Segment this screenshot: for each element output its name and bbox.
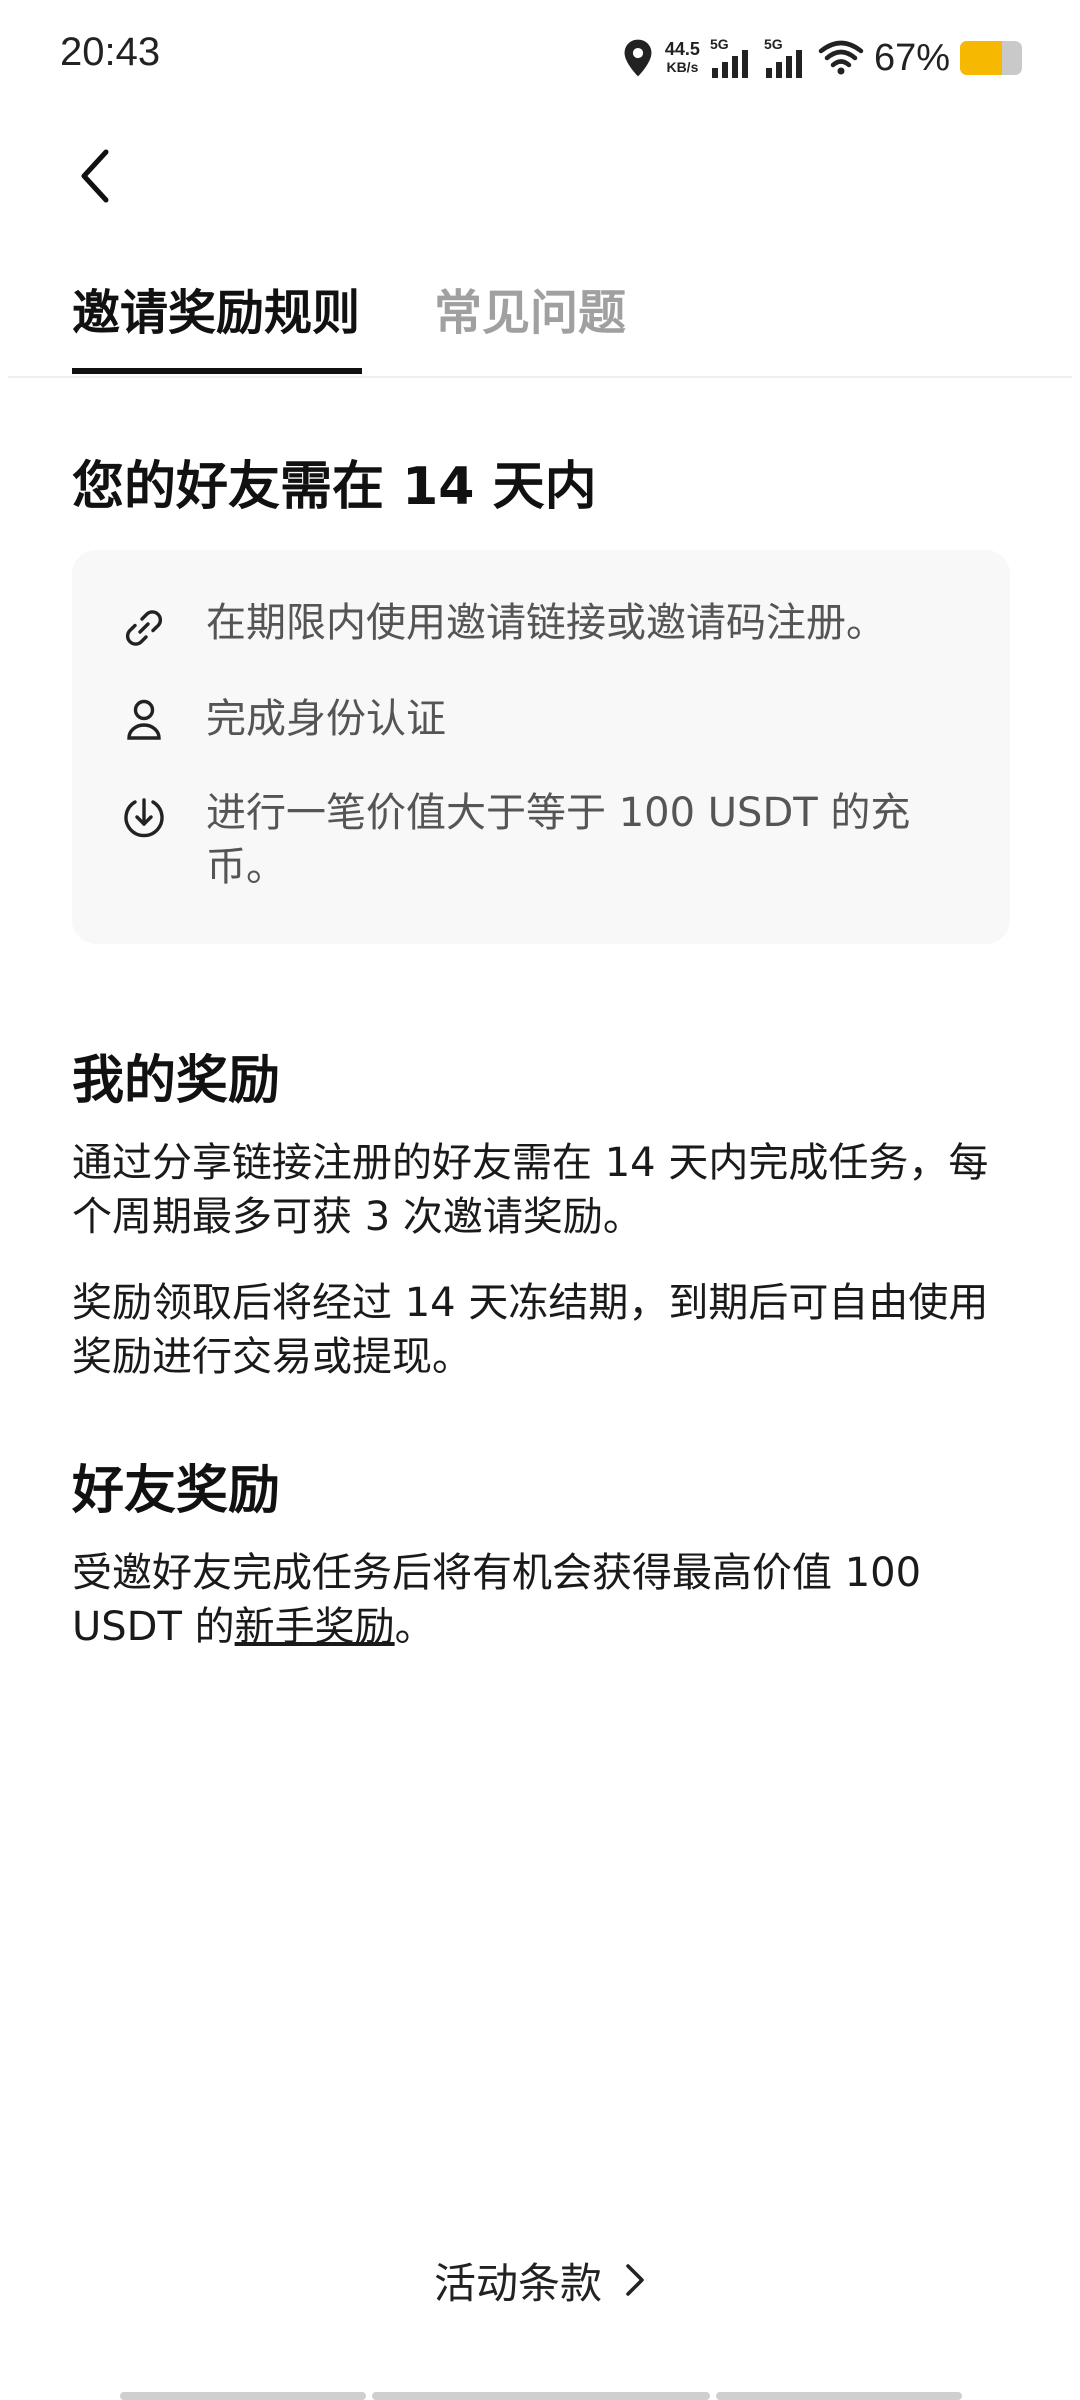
requirement-text: 完成身份认证 [206,696,446,742]
tab-faq[interactable]: 常见问题 [434,270,626,378]
requirements-card: 在期限内使用邀请链接或邀请码注册。 完成身份认证 进行一笔价值大于等于 100 … [72,550,1010,944]
link-icon [125,610,163,646]
status-icons: 44.5 KB/s 5G 5G 67% [621,30,1022,86]
my-rewards-title: 我的奖励 [72,1051,281,1111]
activity-terms-label: 活动条款 [433,2258,602,2308]
chevron-right-icon [626,2264,644,2296]
status-time: 20:43 [60,30,161,74]
bottom-bar-segment [716,2392,962,2400]
tab-invite-rules[interactable]: 邀请奖励规则 [72,270,360,378]
page: 20:43 44.5 KB/s 5G 5G 67% 邀请奖励规则 常见问题 您的… [0,0,1080,2400]
network-speed-value: 44.5 [664,39,700,59]
location-icon [624,39,652,77]
activity-terms-link[interactable]: 活动条款 [0,2240,1080,2320]
bottom-bar-segment [120,2392,366,2400]
requirements-title: 您的好友需在 14 天内 [72,457,597,517]
deposit-icon [124,798,164,838]
requirement-text: 进行一笔价值大于等于 100 USDT 的充币。 [206,790,911,890]
my-rewards-paragraph: 奖励领取后将经过 14 天冻结期，到期后可自由使用奖励进行交易或提现。 [72,1280,989,1380]
requirement-text: 在期限内使用邀请链接或邀请码注册。 [206,600,886,646]
battery-percent: 67% [873,36,950,79]
network-speed-unit: KB/s [666,59,699,75]
friend-rewards-paragraph: 受邀好友完成任务后将有机会获得最高价值 100 USDT 的新手奖励。 [72,1546,1012,1654]
active-tab-indicator [72,368,362,374]
tab-bar: 邀请奖励规则 常见问题 [0,270,1080,378]
user-icon [127,699,161,740]
my-rewards-paragraph: 通过分享链接注册的好友需在 14 天内完成任务，每个周期最多可获 3 次邀请奖励… [72,1140,989,1240]
battery-fill [960,41,1002,75]
wifi-icon [818,40,864,75]
chevron-left-icon [81,149,109,203]
network-speed: 44.5 KB/s [665,40,700,76]
signal-icon: 5G [710,36,754,80]
friend-rewards-text: 受邀好友完成任务后将有机会获得最高价值 100 USDT 的 [72,1550,922,1650]
status-bar: 20:43 44.5 KB/s 5G 5G 67% [0,0,1080,116]
newbie-rewards-link[interactable]: 新手奖励 [235,1604,395,1650]
friend-rewards-text-end: 。 [394,1604,435,1650]
battery-icon [960,41,1022,75]
divider [8,376,1072,378]
back-button[interactable] [64,144,128,208]
signal-icon: 5G [764,36,808,80]
friend-rewards-title: 好友奖励 [72,1461,281,1521]
bottom-bar-segment [372,2392,710,2400]
